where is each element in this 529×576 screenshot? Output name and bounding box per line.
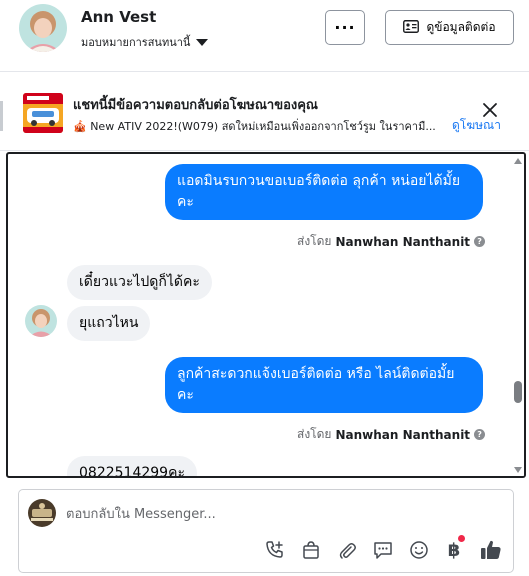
sent-by-name: Nanwhan Nanthanit [335,234,471,249]
scroll-down-arrow-icon[interactable] [514,467,522,473]
more-options-button[interactable]: ··· [325,10,365,45]
ad-thumbnail[interactable] [23,93,63,133]
sent-by-name: Nanwhan Nanthanit [335,427,471,442]
saved-replies-icon[interactable] [372,539,394,561]
sent-by-label: ส่งโดย Nanwhan Nanthanit ? [297,425,486,444]
notification-dot [458,535,465,542]
scrollbar-thumb[interactable] [514,381,522,403]
contact-avatar-small[interactable] [25,305,57,337]
payment-icon[interactable]: ฿ [443,535,465,561]
contact-card-icon [403,19,420,36]
banner-edge-tab [0,101,3,131]
scroll-up-arrow-icon[interactable] [514,158,522,164]
caret-down-icon [196,38,209,46]
attachment-icon[interactable] [336,539,358,561]
call-add-icon[interactable] [264,539,286,561]
ad-reply-banner: แชทนี้มีข้อความตอบกลับต่อโฆษณาของคุณ 🎪 N… [0,73,529,151]
message-bubble-incoming[interactable]: 0822514299คะ [67,456,197,476]
message-thread[interactable]: แอดมินรบกวนขอเบอร์ติดต่อ ลุกค้า หน่อยได้… [6,152,526,478]
shopping-bag-icon[interactable] [300,539,322,561]
sent-by-label: ส่งโดย Nanwhan Nanthanit ? [297,232,486,251]
emoji-icon[interactable] [408,539,430,561]
help-icon[interactable]: ? [474,236,486,247]
sent-by-prefix: ส่งโดย [297,427,332,441]
conversation-header: Ann Vest มอบหมายการสนทนานี้ ··· ดูข้อมูล… [0,0,529,72]
assign-conversation-label: มอบหมายการสนทนานี้ [81,36,191,49]
reply-input[interactable] [66,499,506,529]
assign-conversation-dropdown[interactable]: มอบหมายการสนทนานี้ [81,33,209,51]
message-bubble-outgoing[interactable]: ลูกค้าสะดวกแจ้งเบอร์ติดต่อ หรือ ไลน์ติดต… [165,357,483,413]
message-bubble-outgoing[interactable]: แอดมินรบกวนขอเบอร์ติดต่อ ลุกค้า หน่อยได้… [165,164,483,220]
close-icon[interactable] [478,98,502,122]
contact-avatar[interactable] [19,4,67,52]
ad-banner-title: แชทนี้มีข้อความตอบกลับต่อโฆษณาของคุณ [73,98,318,113]
message-bubble-incoming[interactable]: ยุแถวไหน [67,306,151,341]
more-icon: ··· [334,18,356,37]
thumbs-up-icon[interactable] [479,538,503,562]
sent-by-prefix: ส่งโดย [297,234,332,248]
thread-scrollbar[interactable] [512,154,524,476]
message-composer: ฿ [18,489,514,573]
message-bubble-incoming[interactable]: เดี๋ยวแวะไปดูก็ได้คะ [67,265,212,300]
ad-banner-description: 🎪 New ATIV 2022!(W079) สดใหม่เหมือนเพิ่ง… [73,120,436,133]
view-contact-info-label: ดูข้อมูลติดต่อ [426,20,496,34]
message-list: แอดมินรบกวนขอเบอร์ติดต่อ ลุกค้า หน่อยได้… [8,154,512,476]
help-icon[interactable]: ? [474,429,486,440]
contact-name: Ann Vest [81,8,157,26]
page-avatar [28,499,56,527]
view-contact-info-button[interactable]: ดูข้อมูลติดต่อ [385,10,514,45]
baht-symbol: ฿ [447,539,461,561]
